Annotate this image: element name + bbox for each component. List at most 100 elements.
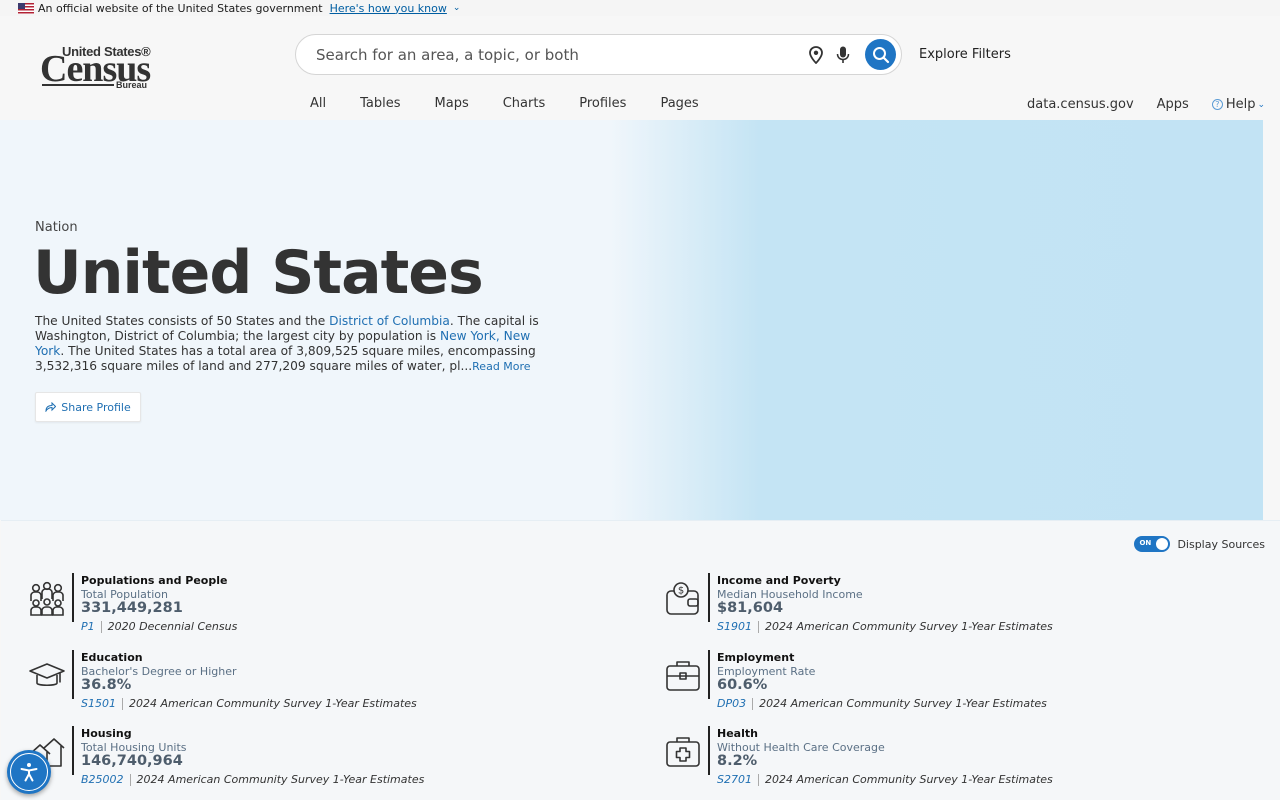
share-profile-label: Share Profile xyxy=(61,400,131,414)
source-name: 2024 American Community Survey 1-Year Es… xyxy=(759,697,1047,710)
stat-value: $81,604 xyxy=(717,600,784,616)
result-type-tabs: All Tables Maps Charts Profiles Pages xyxy=(310,96,733,111)
display-sources-toggle[interactable]: ON xyxy=(1134,536,1171,552)
chevron-down-icon: ⌄ xyxy=(1257,99,1265,110)
share-profile-button[interactable]: Share Profile xyxy=(35,392,141,422)
stat-source: B25002 2024 American Community Survey 1-… xyxy=(81,773,424,786)
gov-banner: An official website of the United States… xyxy=(0,0,1280,16)
us-flag-icon xyxy=(18,2,34,14)
stat-employment[interactable]: Employment Employment Rate 60.6% DP03 20… xyxy=(664,650,1224,710)
stat-education[interactable]: Education Bachelor's Degree or Higher 36… xyxy=(28,650,588,710)
desc-text-3: . The United States has a total area of … xyxy=(35,344,536,373)
chevron-down-icon[interactable]: ⌄ xyxy=(453,3,461,13)
read-more-link[interactable]: Read More xyxy=(472,360,530,373)
help-menu[interactable]: ? Help ⌄ xyxy=(1211,97,1265,112)
stat-health[interactable]: Health Without Health Care Coverage 8.2%… xyxy=(664,726,1224,786)
accessibility-button[interactable] xyxy=(7,750,51,794)
source-separator xyxy=(121,697,123,710)
apps-link[interactable]: Apps xyxy=(1157,97,1189,112)
table-code-link[interactable]: S1901 xyxy=(717,620,752,633)
stat-category[interactable]: Health xyxy=(717,727,758,740)
utility-nav: data.census.gov Apps ? Help ⌄ xyxy=(1027,97,1265,112)
table-code-link[interactable]: DP03 xyxy=(717,697,746,710)
source-separator xyxy=(752,697,754,710)
source-separator xyxy=(757,773,759,786)
search-icon xyxy=(872,46,889,63)
desc-text-1: The United States consists of 50 States … xyxy=(35,314,330,328)
explore-filters-link[interactable]: Explore Filters xyxy=(919,47,1011,62)
microphone-icon[interactable] xyxy=(836,46,850,64)
source-name: 2024 American Community Survey 1-Year Es… xyxy=(764,620,1053,633)
toggle-state-label: ON xyxy=(1139,539,1152,547)
page-title: United States xyxy=(33,238,484,308)
stat-category[interactable]: Education xyxy=(81,651,143,664)
stat-category[interactable]: Populations and People xyxy=(81,574,227,587)
tab-tables[interactable]: Tables xyxy=(360,96,400,111)
display-sources-label: Display Sources xyxy=(1177,537,1265,551)
stat-source: S2701 2024 American Community Survey 1-Y… xyxy=(717,773,1053,786)
logo-rule xyxy=(42,84,114,86)
people-icon xyxy=(30,581,64,616)
table-code-link[interactable]: B25002 xyxy=(81,773,124,786)
source-separator xyxy=(100,620,102,633)
data-census-gov-link[interactable]: data.census.gov xyxy=(1027,97,1134,112)
search-bar xyxy=(295,34,902,75)
stat-divider xyxy=(708,650,710,699)
table-code-link[interactable]: P1 xyxy=(81,620,95,633)
stat-income[interactable]: $ Income and Poverty Median Household In… xyxy=(664,573,1224,633)
tab-maps[interactable]: Maps xyxy=(435,96,469,111)
wallet-dollar-icon: $ xyxy=(666,582,699,615)
tab-pages[interactable]: Pages xyxy=(660,96,698,111)
share-icon xyxy=(45,402,57,412)
stat-source: P1 2020 Decennial Census xyxy=(81,620,237,633)
stat-divider xyxy=(708,726,710,775)
stat-housing[interactable]: Housing Total Housing Units 146,740,964 … xyxy=(28,726,588,786)
stat-value: 146,740,964 xyxy=(81,753,183,769)
source-separator xyxy=(129,773,131,786)
graduation-cap-icon xyxy=(29,663,65,687)
source-separator xyxy=(757,620,759,633)
search-button[interactable] xyxy=(865,39,896,70)
profile-description: The United States consists of 50 States … xyxy=(35,314,555,374)
source-name: 2024 American Community Survey 1-Year Es… xyxy=(128,697,417,710)
district-of-columbia-link[interactable]: District of Columbia xyxy=(329,314,450,328)
search-input[interactable] xyxy=(316,45,786,65)
geography-level: Nation xyxy=(35,220,78,235)
tab-all[interactable]: All xyxy=(310,96,326,111)
table-code-link[interactable]: S2701 xyxy=(717,773,752,786)
stat-category[interactable]: Housing xyxy=(81,727,132,740)
location-pin-icon[interactable] xyxy=(808,46,824,64)
stat-category[interactable]: Employment xyxy=(717,651,794,664)
site-header: United States® Census Bureau Explore Fil… xyxy=(0,16,1280,120)
stats-section: ON Display Sources Populations and Peopl… xyxy=(1,520,1280,800)
display-sources-control: ON Display Sources xyxy=(1134,536,1265,552)
stat-source: DP03 2024 American Community Survey 1-Ye… xyxy=(717,697,1047,710)
stat-divider xyxy=(72,650,74,699)
help-question-icon: ? xyxy=(1211,99,1223,110)
table-code-link[interactable]: S1501 xyxy=(81,697,116,710)
heres-how-you-know-link[interactable]: Here's how you know xyxy=(330,2,447,15)
source-name: 2024 American Community Survey 1-Year Es… xyxy=(136,773,425,786)
source-name: 2024 American Community Survey 1-Year Es… xyxy=(764,773,1053,786)
tab-charts[interactable]: Charts xyxy=(503,96,546,111)
scrollbar[interactable] xyxy=(1263,120,1280,520)
stat-source: S1501 2024 American Community Survey 1-Y… xyxy=(81,697,417,710)
stat-value: 8.2% xyxy=(717,753,758,769)
stat-source: S1901 2024 American Community Survey 1-Y… xyxy=(717,620,1053,633)
stat-divider xyxy=(72,573,74,622)
tab-profiles[interactable]: Profiles xyxy=(579,96,626,111)
medical-kit-icon xyxy=(666,737,700,767)
stat-populations[interactable]: Populations and People Total Population … xyxy=(28,573,588,633)
stat-value: 331,449,281 xyxy=(81,600,183,616)
gov-banner-text: An official website of the United States… xyxy=(38,1,323,15)
svg-text:$: $ xyxy=(678,586,684,597)
stat-value: 36.8% xyxy=(81,677,132,693)
briefcase-icon xyxy=(666,661,700,691)
source-name: 2020 Decennial Census xyxy=(107,620,238,633)
census-logo[interactable]: United States® Census Bureau xyxy=(40,44,158,92)
stat-divider xyxy=(708,573,710,622)
toggle-knob xyxy=(1156,538,1169,550)
stat-category[interactable]: Income and Poverty xyxy=(717,574,841,587)
profile-hero: Nation United States The United States c… xyxy=(0,120,1263,520)
help-label: Help xyxy=(1225,97,1256,112)
